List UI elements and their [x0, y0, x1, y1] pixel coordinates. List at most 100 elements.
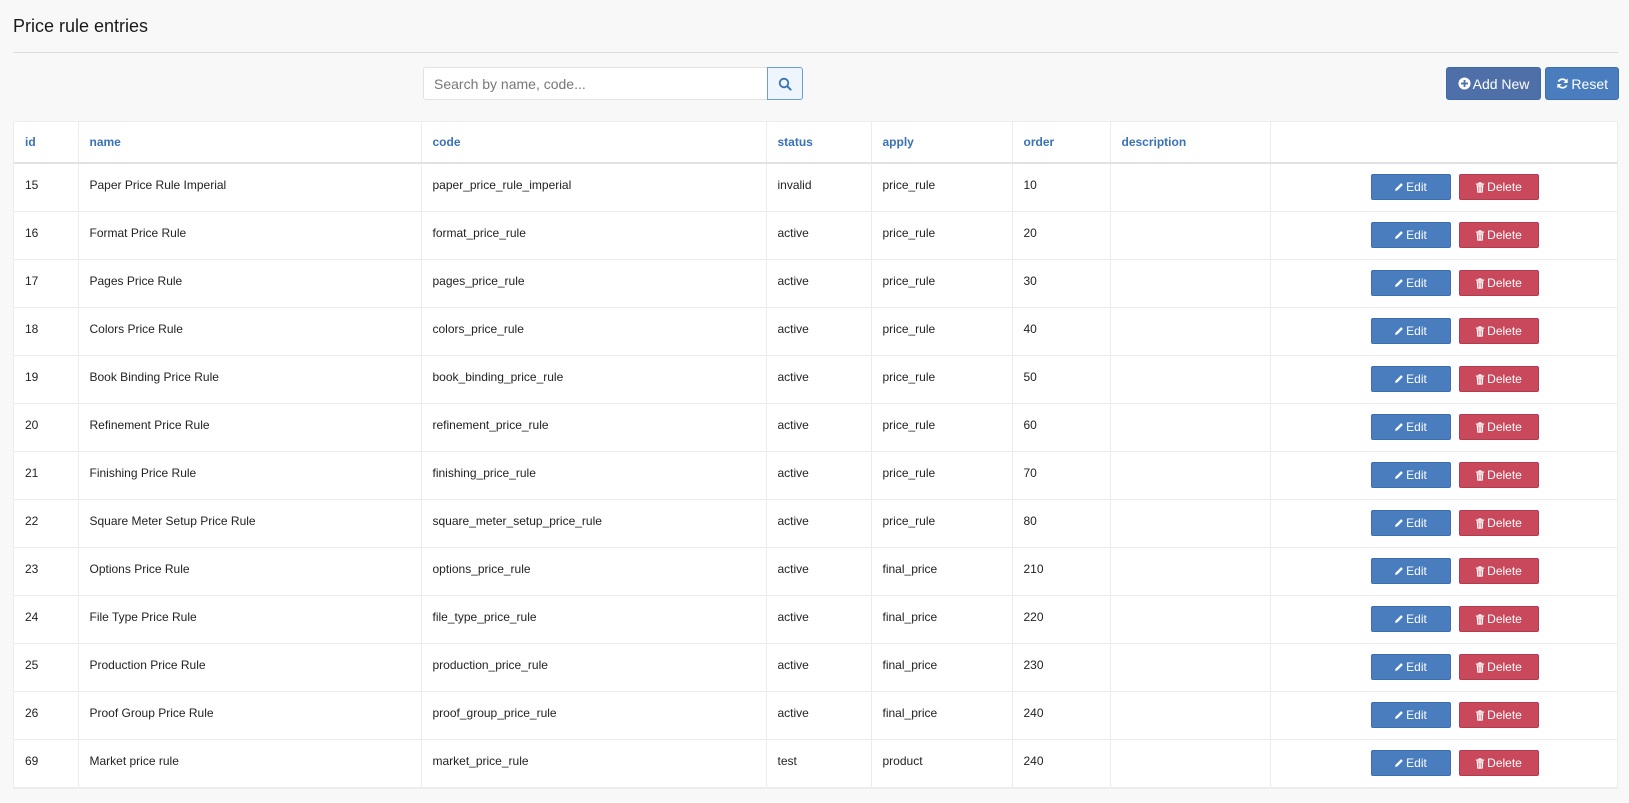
cell-status: test	[766, 739, 872, 788]
add-new-button[interactable]: Add New	[1445, 67, 1542, 100]
cell-actions: Edit Delete	[1270, 691, 1617, 740]
column-header-name[interactable]: name	[78, 122, 422, 164]
search-input[interactable]	[423, 67, 767, 100]
edit-label: Edit	[1406, 372, 1427, 386]
cell-name: Finishing Price Rule	[78, 451, 422, 500]
page: Price rule entries Add New	[0, 0, 1629, 803]
delete-button[interactable]: Delete	[1458, 462, 1539, 488]
cell-code: finishing_price_rule	[421, 451, 767, 500]
edit-button[interactable]: Edit	[1370, 558, 1451, 584]
delete-button[interactable]: Delete	[1458, 366, 1539, 392]
toolbar: Add New Reset	[1445, 67, 1619, 100]
delete-label: Delete	[1487, 708, 1522, 722]
pencil-icon	[1394, 662, 1404, 672]
cell-id: 69	[14, 739, 79, 788]
edit-button[interactable]: Edit	[1370, 414, 1451, 440]
delete-button[interactable]: Delete	[1458, 510, 1539, 536]
cell-apply: price_rule	[871, 163, 1013, 212]
cell-name: Options Price Rule	[78, 547, 422, 596]
table-row: 24 File Type Price Rule file_type_price_ru…	[14, 595, 1617, 644]
row-actions: Edit Delete	[1282, 654, 1607, 680]
edit-button[interactable]: Edit	[1370, 270, 1451, 296]
edit-button[interactable]: Edit	[1370, 654, 1451, 680]
cell-actions: Edit Delete	[1270, 499, 1617, 548]
edit-button[interactable]: Edit	[1370, 174, 1451, 201]
delete-button[interactable]: Delete	[1458, 222, 1539, 248]
cell-description	[1110, 595, 1271, 644]
edit-button[interactable]: Edit	[1370, 222, 1451, 248]
row-actions: Edit Delete	[1282, 222, 1607, 248]
cell-description	[1110, 739, 1271, 788]
delete-button[interactable]: Delete	[1458, 558, 1539, 584]
cell-actions: Edit Delete	[1270, 403, 1617, 452]
column-header-status[interactable]: status	[766, 122, 872, 164]
pencil-icon	[1394, 518, 1404, 528]
table-row: 26 Proof Group Price Rule proof_group_pric…	[14, 691, 1617, 740]
trash-icon	[1475, 565, 1485, 577]
trash-icon	[1475, 182, 1485, 193]
cell-name: Production Price Rule	[78, 643, 422, 692]
row-actions: Edit Delete	[1282, 510, 1607, 536]
table-row: 18 Colors Price Rule colors_price_rule acti…	[14, 307, 1617, 356]
delete-button[interactable]: Delete	[1458, 606, 1539, 632]
cell-name: Book Binding Price Rule	[78, 355, 422, 404]
cell-id: 16	[14, 211, 79, 260]
row-actions: Edit Delete	[1282, 606, 1607, 632]
cell-code: colors_price_rule	[421, 307, 767, 356]
search-icon	[778, 77, 792, 91]
cell-name: File Type Price Rule	[78, 595, 422, 644]
cell-status: active	[766, 307, 872, 356]
cell-description	[1110, 403, 1271, 452]
price-rule-table: id name code status apply order descript…	[13, 121, 1618, 789]
cell-order: 70	[1012, 451, 1111, 500]
edit-button[interactable]: Edit	[1370, 702, 1451, 728]
delete-button[interactable]: Delete	[1458, 702, 1539, 728]
trash-icon	[1475, 373, 1485, 385]
cell-description	[1110, 547, 1271, 596]
cell-actions: Edit Delete	[1270, 595, 1617, 644]
cell-id: 22	[14, 499, 79, 548]
cell-id: 21	[14, 451, 79, 500]
cell-code: book_binding_price_rule	[421, 355, 767, 404]
edit-button[interactable]: Edit	[1370, 366, 1451, 392]
edit-button[interactable]: Edit	[1370, 750, 1451, 776]
edit-button[interactable]: Edit	[1370, 318, 1451, 344]
reset-button[interactable]: Reset	[1545, 67, 1619, 100]
column-header-order[interactable]: order	[1012, 122, 1111, 164]
cell-apply: price_rule	[871, 355, 1013, 404]
cell-apply: final_price	[871, 547, 1013, 596]
cell-status: active	[766, 547, 872, 596]
delete-button[interactable]: Delete	[1458, 270, 1539, 296]
edit-button[interactable]: Edit	[1370, 462, 1451, 488]
trash-icon	[1475, 469, 1485, 481]
cell-code: file_type_price_rule	[421, 595, 767, 644]
column-header-code[interactable]: code	[421, 122, 767, 164]
cell-description	[1110, 451, 1271, 500]
cell-name: Proof Group Price Rule	[78, 691, 422, 740]
column-header-description[interactable]: description	[1110, 122, 1271, 164]
delete-button[interactable]: Delete	[1458, 654, 1539, 680]
column-header-apply[interactable]: apply	[871, 122, 1013, 164]
delete-button[interactable]: Delete	[1458, 318, 1539, 344]
delete-label: Delete	[1487, 420, 1522, 434]
edit-label: Edit	[1406, 324, 1427, 338]
cell-name: Colors Price Rule	[78, 307, 422, 356]
edit-button[interactable]: Edit	[1370, 510, 1451, 536]
cell-name: Market price rule	[78, 739, 422, 788]
refresh-icon	[1556, 77, 1569, 90]
delete-button[interactable]: Delete	[1458, 174, 1539, 201]
cell-apply: final_price	[871, 643, 1013, 692]
delete-button[interactable]: Delete	[1458, 414, 1539, 440]
delete-button[interactable]: Delete	[1458, 750, 1539, 776]
search-button[interactable]	[767, 67, 803, 100]
cell-apply: final_price	[871, 691, 1013, 740]
cell-apply: price_rule	[871, 451, 1013, 500]
edit-button[interactable]: Edit	[1370, 606, 1451, 632]
row-actions: Edit Delete	[1282, 318, 1607, 344]
title-divider	[13, 52, 1618, 53]
column-header-id[interactable]: id	[14, 122, 79, 164]
cell-status: active	[766, 595, 872, 644]
cell-apply: price_rule	[871, 307, 1013, 356]
cell-apply: price_rule	[871, 211, 1013, 260]
cell-order: 240	[1012, 739, 1111, 788]
